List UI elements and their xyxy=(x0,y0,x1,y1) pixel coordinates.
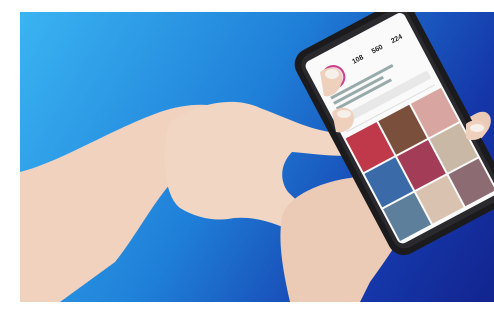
photo-background: 108 560 224 xyxy=(20,12,494,302)
